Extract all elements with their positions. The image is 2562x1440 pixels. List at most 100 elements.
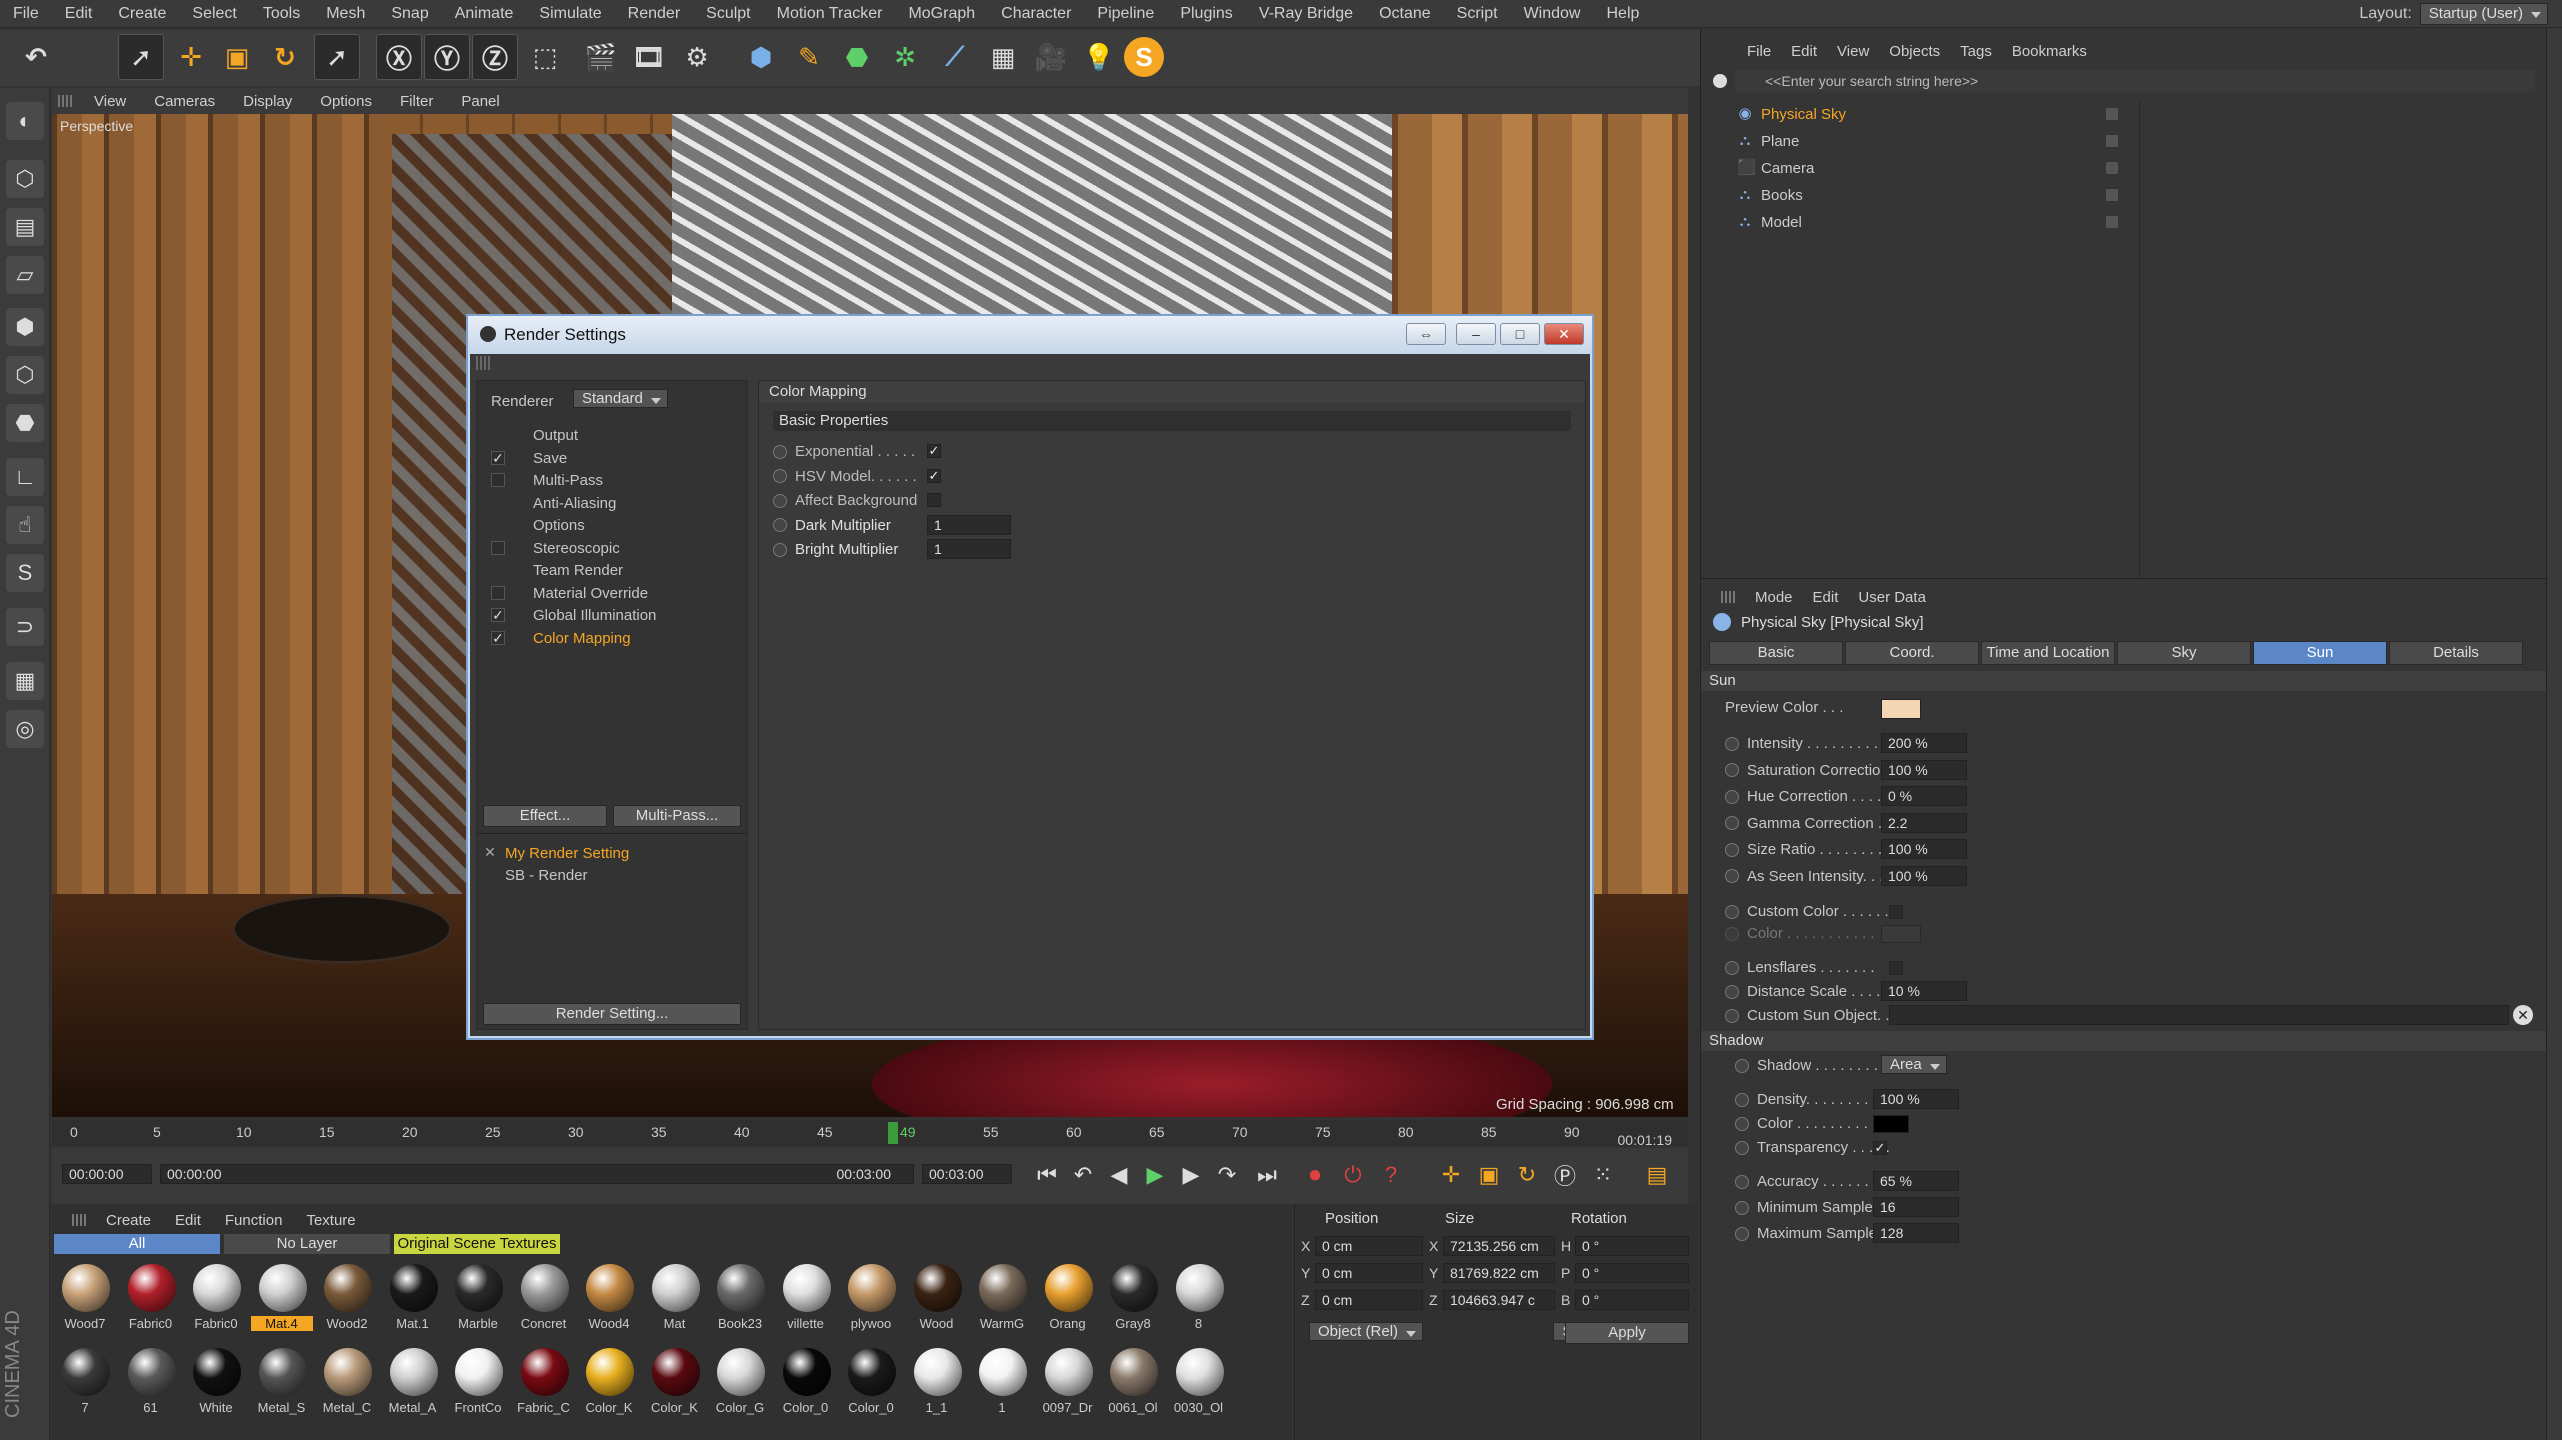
material-swatch[interactable]: 1_1 [906, 1344, 968, 1418]
snap-icon[interactable]: S [6, 554, 44, 592]
sun-prop-field-4[interactable]: 100 % [1881, 839, 1967, 859]
animate-radio-icon[interactable] [773, 542, 787, 557]
menu-edit[interactable]: Edit [52, 0, 106, 28]
menu-tools[interactable]: Tools [250, 0, 313, 28]
end-time-field[interactable]: 00:03:00 [922, 1164, 1012, 1184]
rs-item-team-render[interactable]: Team Render [533, 562, 623, 579]
object-row-books[interactable]: ⛬ Books [1737, 183, 1803, 207]
autokey-icon[interactable]: ⏻ [1338, 1160, 1368, 1190]
position-field[interactable]: 0 cm [1315, 1236, 1423, 1256]
z-axis-lock-icon[interactable]: Ⓩ [472, 34, 518, 80]
undo-icon[interactable]: ↶ [8, 34, 64, 80]
playhead[interactable] [888, 1122, 898, 1144]
camera-icon[interactable]: 🎥 [1028, 34, 1074, 80]
material-swatch[interactable]: WarmG [971, 1260, 1033, 1334]
axis-mode-icon[interactable]: ∟ [6, 458, 44, 496]
am-menu-user-data[interactable]: User Data [1848, 589, 1936, 606]
step-back-icon[interactable]: ◀ [1104, 1160, 1134, 1190]
rotation-field[interactable]: 0 ° [1575, 1236, 1689, 1256]
material-swatch[interactable]: plywoo [840, 1260, 902, 1334]
play-icon[interactable]: ▶ [1140, 1160, 1170, 1190]
multi-pass-button[interactable]: Multi-Pass... [613, 805, 741, 827]
object-row-plane[interactable]: ⛬ Plane [1737, 129, 1800, 153]
coord-mode-dropdown[interactable]: Object (Rel) [1309, 1322, 1424, 1341]
renderer-dropdown[interactable]: Standard [573, 389, 668, 408]
menu-motion-tracker[interactable]: Motion Tracker [764, 0, 896, 28]
sun-prop-field-3[interactable]: 2.2 [1881, 812, 1967, 833]
rs-item-material-override[interactable]: Material Override [533, 585, 648, 602]
rotate-tool-icon[interactable]: ↻ [262, 34, 308, 80]
record-scale-icon[interactable]: ▣ [1474, 1160, 1504, 1190]
solo-icon[interactable]: ◎ [6, 710, 44, 748]
enable-color-mapping-checkbox[interactable]: ✓ [491, 630, 505, 645]
object-row-model[interactable]: ⛬ Model [1737, 210, 1802, 234]
material-swatch[interactable]: Wood4 [578, 1260, 640, 1334]
preset-my-render-setting[interactable]: My Render Setting [505, 845, 629, 862]
animate-radio-icon[interactable] [1725, 816, 1739, 830]
size-field[interactable]: 72135.256 cm [1443, 1236, 1555, 1256]
go-to-end-icon[interactable]: ⏭ [1252, 1160, 1282, 1190]
material-swatch[interactable]: Color_K [578, 1344, 640, 1418]
enable-global-illumination-checkbox[interactable]: ✓ [491, 608, 505, 622]
go-to-start-icon[interactable]: ⏮ [1032, 1160, 1062, 1190]
enable-multi-pass-checkbox[interactable] [491, 473, 505, 487]
rs-item-output[interactable]: Output [533, 427, 578, 444]
sun-prop-field-1[interactable]: 100 % [1881, 759, 1967, 780]
menu-pipeline[interactable]: Pipeline [1084, 0, 1167, 28]
animate-radio-icon[interactable] [1725, 842, 1739, 857]
array-icon[interactable]: ✲ [882, 34, 928, 80]
max-samples-field[interactable]: 128 [1873, 1223, 1959, 1243]
lensflares-checkbox[interactable] [1889, 961, 1903, 975]
sun-prop-field-2[interactable]: 0 % [1881, 786, 1967, 806]
render-setting-button[interactable]: Render Setting... [483, 1003, 741, 1025]
menu-sculpt[interactable]: Sculpt [693, 0, 763, 28]
om-menu-objects[interactable]: Objects [1879, 43, 1950, 60]
menu-mograph[interactable]: MoGraph [895, 0, 988, 28]
material-swatch[interactable]: Mat [644, 1260, 706, 1334]
animate-radio-icon[interactable] [773, 469, 787, 483]
menu-file[interactable]: File [0, 0, 52, 28]
y-axis-lock-icon[interactable]: Ⓨ [424, 34, 470, 80]
preview-color-swatch[interactable] [1881, 699, 1921, 719]
recent-tool-icon[interactable]: ➚ [314, 34, 360, 80]
rs-item-stereoscopic[interactable]: Stereoscopic [533, 540, 620, 557]
subdivision-icon[interactable]: ⬣ [834, 34, 880, 80]
move-tool-icon[interactable]: ✛ [168, 34, 214, 80]
record-pla-icon[interactable]: ⁙ [1588, 1160, 1618, 1190]
menu-select[interactable]: Select [179, 0, 249, 28]
floor-icon[interactable]: ▦ [980, 34, 1026, 80]
animate-radio-icon[interactable] [1725, 763, 1739, 777]
material-swatch[interactable]: Fabric_C [513, 1344, 575, 1418]
record-parameter-icon[interactable]: Ⓟ [1550, 1160, 1580, 1190]
material-swatch[interactable]: Mat.4 [250, 1260, 313, 1334]
mat-menu-function[interactable]: Function [213, 1212, 295, 1229]
edit-render-settings-icon[interactable]: ⚙ [674, 34, 720, 80]
go-to-next-key-icon[interactable]: ↷ [1212, 1160, 1242, 1190]
layer-icon[interactable] [2105, 215, 2119, 229]
om-menu-bookmarks[interactable]: Bookmarks [2002, 43, 2097, 60]
filter-no-layer[interactable]: No Layer [224, 1234, 390, 1254]
animate-radio-icon[interactable] [773, 444, 787, 459]
tab-basic[interactable]: Basic [1709, 641, 1843, 665]
close-icon[interactable]: ✕ [1544, 323, 1584, 345]
sun-prop-field-0[interactable]: 200 % [1881, 733, 1967, 753]
maximize-icon[interactable]: □ [1500, 323, 1540, 345]
tab-details[interactable]: Details [2389, 641, 2523, 665]
am-menu-mode[interactable]: Mode [1745, 589, 1803, 606]
edges-mode-icon[interactable]: ⬡ [6, 356, 44, 394]
tab-coord[interactable]: Coord. [1845, 641, 1979, 665]
pen-icon[interactable]: ✎ [786, 34, 832, 80]
distance-scale-field[interactable]: 10 % [1881, 981, 1967, 1001]
tweak-mode-icon[interactable]: ☝ [6, 506, 44, 544]
layer-icon[interactable] [2105, 107, 2119, 121]
points-mode-icon[interactable]: ⬢ [6, 308, 44, 346]
coordinate-system-icon[interactable]: ⬚ [522, 34, 568, 80]
effect-button[interactable]: Effect... [483, 805, 607, 827]
object-row-physical-sky[interactable]: ◉ Physical Sky [1737, 102, 1846, 126]
rotation-field[interactable]: 0 ° [1575, 1290, 1689, 1310]
texture-mode-icon[interactable]: ▤ [6, 208, 44, 246]
material-swatch[interactable]: villette [775, 1260, 837, 1334]
material-swatch[interactable]: Metal_S [251, 1344, 313, 1418]
layer-icon[interactable] [2105, 161, 2119, 175]
go-to-prev-key-icon[interactable]: ↶ [1068, 1160, 1098, 1190]
